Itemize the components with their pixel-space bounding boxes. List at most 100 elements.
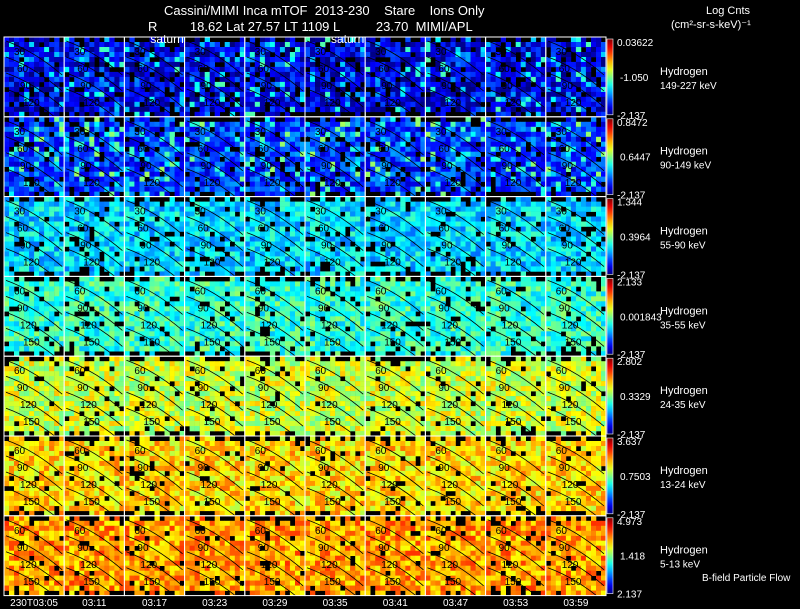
contour-label: 120 [384,98,401,109]
pixel [279,126,286,133]
pixel [365,121,371,128]
pixel [224,201,230,207]
pixel [520,146,526,152]
pixel [4,161,10,167]
pixel [34,201,40,207]
pixel [365,266,371,272]
pixel [279,146,286,152]
pixel [405,196,411,202]
pixel [370,251,376,257]
pixel [54,231,60,237]
pixel [44,231,50,237]
contour-label: 90 [562,81,574,92]
pixel [44,131,50,138]
pixel [214,136,220,143]
pixel [545,186,552,192]
pixel [340,126,346,133]
pixel [390,47,396,53]
pixel [460,141,466,147]
pixel [530,201,537,207]
pixel [550,106,557,113]
pixel [174,57,180,63]
pixel [460,211,466,217]
pixel [485,121,491,128]
pixel [249,251,256,257]
pixel [204,91,210,98]
pixel [335,47,341,53]
pixel [64,241,70,247]
pixel [585,101,592,108]
pixel [4,71,10,78]
contour-label: 120 [143,178,160,189]
pixel [49,166,55,172]
pixel [279,96,286,103]
pixel [575,61,582,68]
pixel [470,101,476,108]
pixel [310,221,316,227]
pixel [365,241,371,247]
pixel [395,156,401,162]
pixel [244,206,251,212]
pixel [365,61,371,68]
pixel [164,47,170,53]
frame-2-2: 306090120 [123,196,186,283]
pixel [400,206,406,212]
pixel [450,57,456,63]
pixel [124,71,130,78]
pixel [355,116,361,123]
pixel [209,61,215,68]
pixel [244,61,251,68]
pixel [279,81,286,88]
pixel [490,61,496,68]
pixel [435,166,441,172]
pixel [249,106,256,113]
pixel [415,57,421,63]
pixel [149,151,155,157]
pixel [234,221,241,227]
pixel [49,181,55,187]
pixel [189,186,195,192]
pixel [330,231,336,237]
pixel [415,201,421,207]
pixel [4,256,10,262]
pixel [154,171,160,177]
pixel [174,201,180,207]
pixel [184,261,190,267]
pixel [269,151,276,157]
pixel [54,201,60,207]
pixel [596,57,602,63]
pixel [295,156,301,162]
pixel [229,211,236,217]
pixel [545,156,552,162]
pixel [44,81,50,88]
pixel [365,81,371,88]
contour-label: 30 [435,47,447,58]
pixel [274,136,281,143]
pixel [525,176,531,182]
pixel [475,251,481,257]
contour-label: 60 [258,144,270,155]
pixel [44,47,50,53]
pixel [430,261,436,267]
pixel [350,101,356,108]
pixel [154,81,160,88]
pixel [575,126,582,133]
pixel [164,151,170,157]
pixel [365,251,371,257]
pixel [410,216,416,222]
pixel [164,116,170,123]
pixel [289,126,296,133]
pixel [269,126,276,133]
pixel [315,266,321,272]
pixel [124,211,130,217]
pixel [99,42,105,48]
pixel [279,156,286,162]
pixel [575,76,582,83]
pixel [305,171,311,177]
pixel [455,121,461,128]
pixel [596,126,602,133]
pixel [350,181,356,187]
pixel [515,91,521,98]
pixel [575,81,582,88]
pixel [9,81,15,88]
